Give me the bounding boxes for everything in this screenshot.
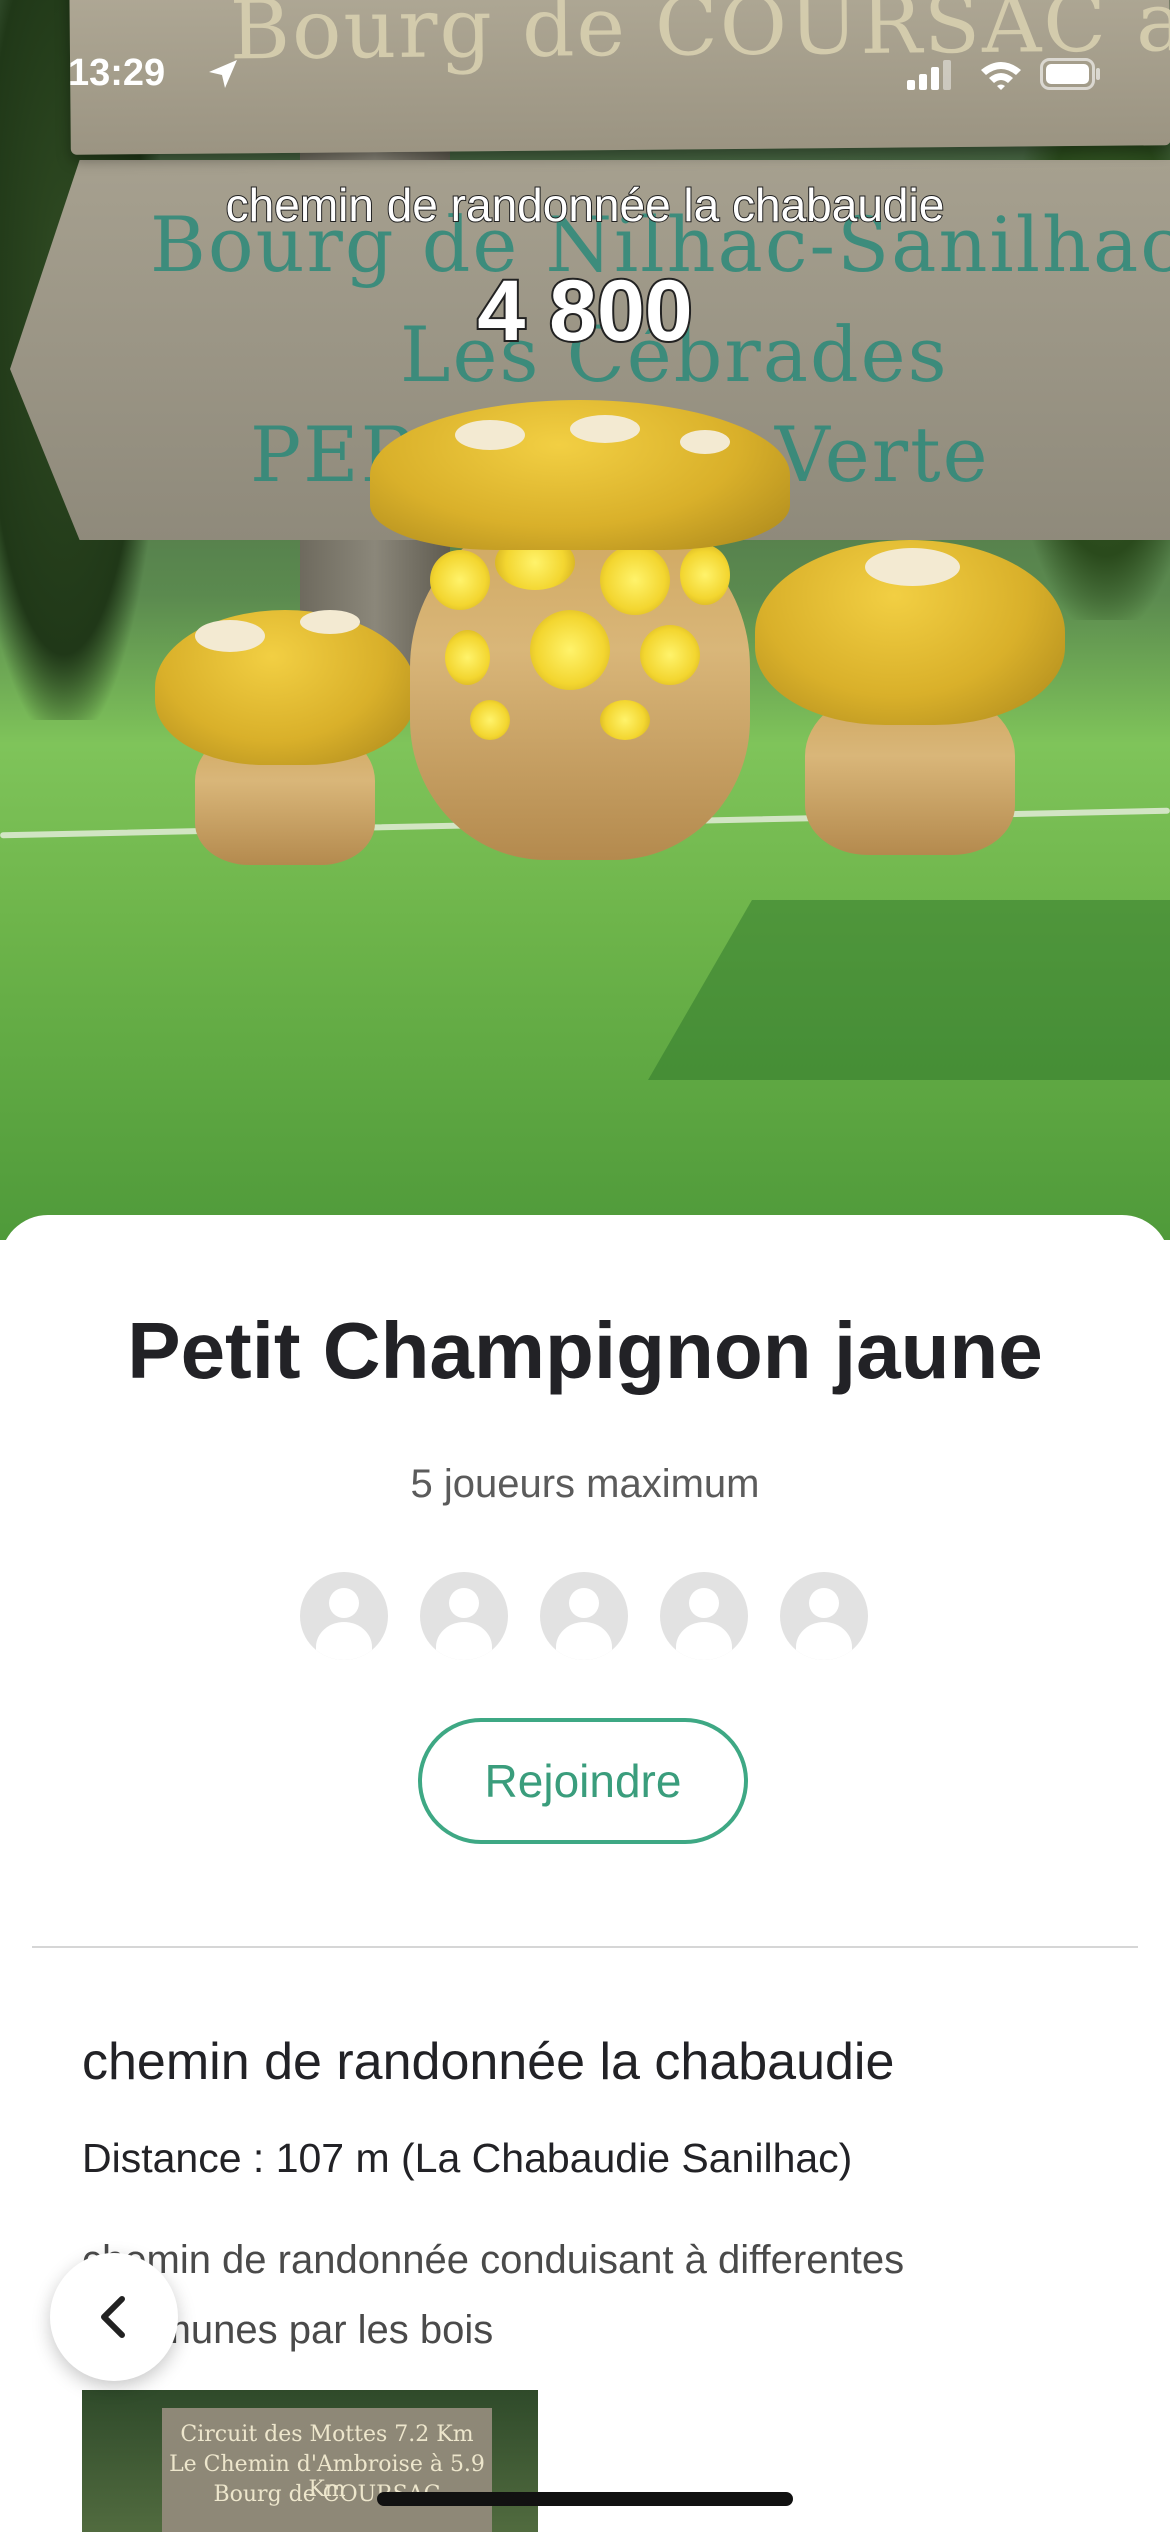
wifi-icon <box>981 62 1021 90</box>
location-name: chemin de randonnée la chabaudie <box>82 2033 895 2091</box>
home-indicator[interactable] <box>377 2492 793 2506</box>
player-slot-avatar <box>420 1572 508 1660</box>
location-description: chemin de randonnée conduisant à differe… <box>82 2238 905 2352</box>
hero-scene: Bourg de Nilhac-Sanilhac à 800 Les Cébra… <box>0 0 1170 1240</box>
status-time: 13:29 <box>68 52 166 94</box>
sign-text: Bourg de COURSAC à 12.8 <box>229 0 1170 79</box>
location-arrow-icon <box>209 60 237 88</box>
thumbnail-sign: Circuit des Mottes 7.2 Km Le Chemin d'Am… <box>162 2408 492 2532</box>
back-button[interactable] <box>50 2253 178 2381</box>
player-slot-avatar <box>660 1572 748 1660</box>
hero-location-name: chemin de randonnée la chabaudie <box>225 178 946 232</box>
raid-boss-title: Petit Champignon jaune <box>127 1306 1043 1395</box>
cellular-signal-icon <box>907 60 951 90</box>
player-slot-avatar <box>540 1572 628 1660</box>
player-slots <box>300 1572 870 1662</box>
battery-icon <box>1040 58 1100 90</box>
field-shadow <box>648 900 1170 1080</box>
thumbnail-sign-text: Circuit des Mottes 7.2 Km <box>180 2422 474 2447</box>
distance-text: Distance : 107 m (La Chabaudie Sanilhac) <box>82 2135 853 2181</box>
chevron-left-icon <box>101 2296 125 2338</box>
max-players-label: 5 joueurs maximum <box>410 1462 760 1506</box>
player-slot-avatar <box>780 1572 868 1660</box>
player-slot-avatar <box>300 1572 388 1660</box>
location-photo[interactable]: Circuit des Mottes 7.2 Km Le Chemin d'Am… <box>82 2390 538 2532</box>
combat-power: 4 800 <box>475 261 694 361</box>
mushroom-center <box>370 400 790 860</box>
mushroom-right <box>750 540 1070 860</box>
join-button[interactable]: Rejoindre <box>418 1718 748 1844</box>
divider <box>32 1946 1138 1948</box>
